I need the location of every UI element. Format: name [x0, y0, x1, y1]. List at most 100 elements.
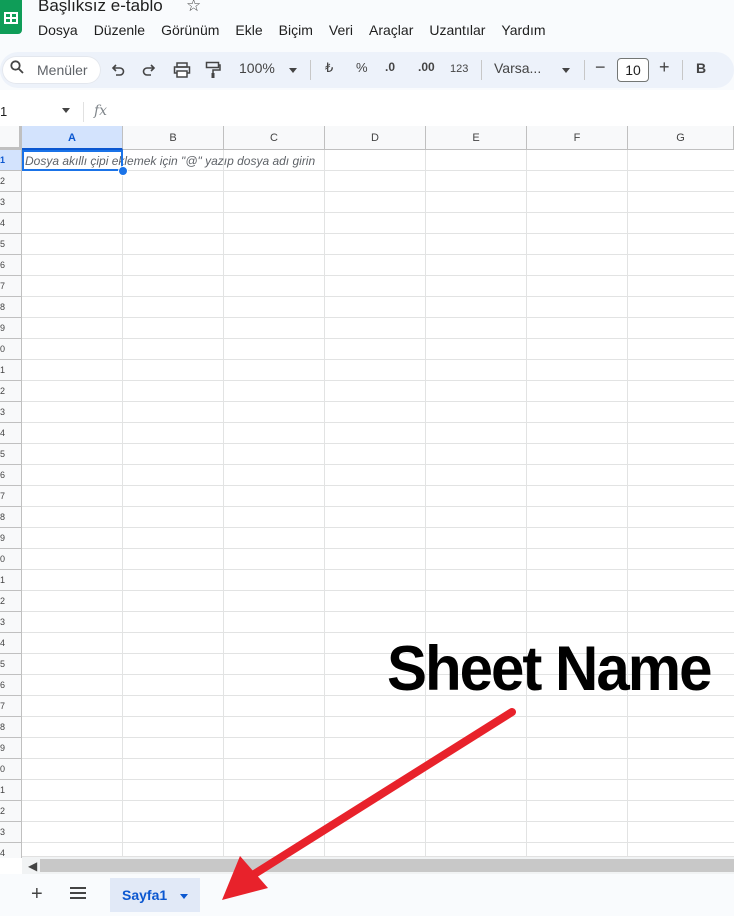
row-header[interactable]: 5	[0, 234, 22, 255]
redo-icon[interactable]	[141, 62, 157, 78]
menu-yardim[interactable]: Yardım	[501, 22, 545, 38]
menu-uzantilar[interactable]: Uzantılar	[429, 22, 485, 38]
all-sheets-icon[interactable]	[70, 887, 86, 899]
row-header[interactable]: 7	[0, 486, 22, 507]
row-header[interactable]: 8	[0, 717, 22, 738]
selected-cell-a1[interactable]	[22, 150, 123, 171]
column-header-a[interactable]: A	[22, 126, 123, 150]
column-header-e[interactable]: E	[426, 126, 527, 150]
toolbar-divider	[682, 60, 683, 80]
menu-duzenle[interactable]: Düzenle	[94, 22, 145, 38]
row-header[interactable]: 5	[0, 654, 22, 675]
row-header[interactable]: 2	[0, 591, 22, 612]
row-header[interactable]: 9	[0, 318, 22, 339]
row-header[interactable]: 2	[0, 171, 22, 192]
select-all-corner[interactable]	[0, 126, 22, 150]
search-placeholder: Menüler	[37, 62, 88, 78]
sheet-tab-sayfa1[interactable]: Sayfa1	[110, 878, 200, 912]
grid-column-line	[324, 150, 325, 858]
grid-column-line	[627, 150, 628, 858]
column-header-c[interactable]: C	[224, 126, 325, 150]
toolbar-divider	[310, 60, 311, 80]
row-header[interactable]: 4	[0, 633, 22, 654]
menu-search[interactable]: Menüler	[2, 56, 101, 84]
percent-button[interactable]: %	[356, 60, 368, 75]
fill-handle[interactable]	[118, 166, 128, 176]
row-header[interactable]: 3	[0, 822, 22, 843]
menu-bar: Dosya Düzenle Görünüm Ekle Biçim Veri Ar…	[38, 22, 562, 38]
font-select[interactable]: Varsa...	[494, 60, 541, 76]
row-header[interactable]: 3	[0, 192, 22, 213]
row-header[interactable]: 9	[0, 738, 22, 759]
menu-araclar[interactable]: Araçlar	[369, 22, 413, 38]
row-header[interactable]: 3	[0, 612, 22, 633]
zoom-dropdown-icon[interactable]	[289, 68, 297, 73]
row-header[interactable]: 0	[0, 759, 22, 780]
sheet-tab-label: Sayfa1	[122, 887, 168, 903]
row-header[interactable]: 2	[0, 381, 22, 402]
menu-ekle[interactable]: Ekle	[235, 22, 262, 38]
bold-button[interactable]: B	[696, 60, 706, 76]
menu-bicim[interactable]: Biçim	[279, 22, 313, 38]
zoom-select[interactable]: 100%	[239, 60, 275, 76]
document-title[interactable]: Başlıksız e-tablo	[38, 0, 163, 16]
row-header[interactable]: 1	[0, 150, 22, 171]
row-header[interactable]: 7	[0, 276, 22, 297]
undo-icon[interactable]	[110, 62, 126, 78]
row-header[interactable]: 6	[0, 255, 22, 276]
horizontal-scrollbar[interactable]: ◀	[22, 856, 734, 874]
fx-icon: fx	[94, 103, 108, 119]
menu-gorunum[interactable]: Görünüm	[161, 22, 219, 38]
row-header[interactable]: 1	[0, 780, 22, 801]
row-header[interactable]: 6	[0, 465, 22, 486]
grid-column-line	[425, 150, 426, 858]
increase-decimal-button[interactable]: .00	[418, 60, 435, 74]
toolbar-divider	[481, 60, 482, 80]
sheets-logo-icon[interactable]	[0, 0, 22, 34]
sheet-tab-dropdown-icon[interactable]	[180, 894, 188, 899]
formula-bar	[0, 98, 734, 127]
column-header-d[interactable]: D	[325, 126, 426, 150]
font-size-input[interactable]: 10	[617, 58, 649, 82]
search-icon	[10, 60, 24, 74]
row-header[interactable]: 4	[0, 213, 22, 234]
decrease-decimal-button[interactable]: .0	[385, 60, 395, 74]
row-header[interactable]: 7	[0, 696, 22, 717]
column-header-b[interactable]: B	[123, 126, 224, 150]
row-header[interactable]: 6	[0, 675, 22, 696]
row-header[interactable]: 8	[0, 507, 22, 528]
row-header[interactable]: 8	[0, 297, 22, 318]
add-sheet-button[interactable]: +	[31, 883, 43, 906]
row-header[interactable]: 0	[0, 339, 22, 360]
row-header[interactable]: 1	[0, 570, 22, 591]
star-icon[interactable]: ☆	[186, 0, 201, 16]
annotation-text: Sheet Name	[387, 633, 712, 704]
menu-veri[interactable]: Veri	[329, 22, 353, 38]
row-header[interactable]: 0	[0, 549, 22, 570]
spreadsheet-grid[interactable]: A B C D E F G 12345678901234567890123456…	[0, 126, 734, 858]
name-box-dropdown-icon[interactable]	[62, 108, 70, 113]
number-format-button[interactable]: 123	[450, 63, 468, 75]
paint-format-icon[interactable]	[205, 61, 221, 79]
column-header-g[interactable]: G	[628, 126, 734, 150]
column-header-f[interactable]: F	[527, 126, 628, 150]
formula-divider	[83, 102, 84, 122]
row-header[interactable]: 1	[0, 360, 22, 381]
name-box[interactable]: 1	[0, 104, 7, 119]
grid-column-line	[122, 150, 123, 858]
row-header[interactable]: 2	[0, 801, 22, 822]
row-header[interactable]: 4	[0, 423, 22, 444]
font-size-decrease-button[interactable]: −	[595, 57, 606, 78]
row-header[interactable]: 5	[0, 444, 22, 465]
print-icon[interactable]	[173, 62, 191, 78]
menu-dosya[interactable]: Dosya	[38, 22, 78, 38]
row-header[interactable]: 9	[0, 528, 22, 549]
grid-column-line	[526, 150, 527, 858]
scroll-left-icon[interactable]: ◀	[28, 859, 37, 873]
font-size-increase-button[interactable]: +	[659, 57, 670, 78]
currency-button[interactable]: ₺	[325, 60, 333, 76]
scrollbar-thumb[interactable]	[40, 859, 734, 872]
row-header[interactable]: 3	[0, 402, 22, 423]
row-header[interactable]: 4	[0, 843, 22, 858]
font-dropdown-icon[interactable]	[562, 68, 570, 73]
